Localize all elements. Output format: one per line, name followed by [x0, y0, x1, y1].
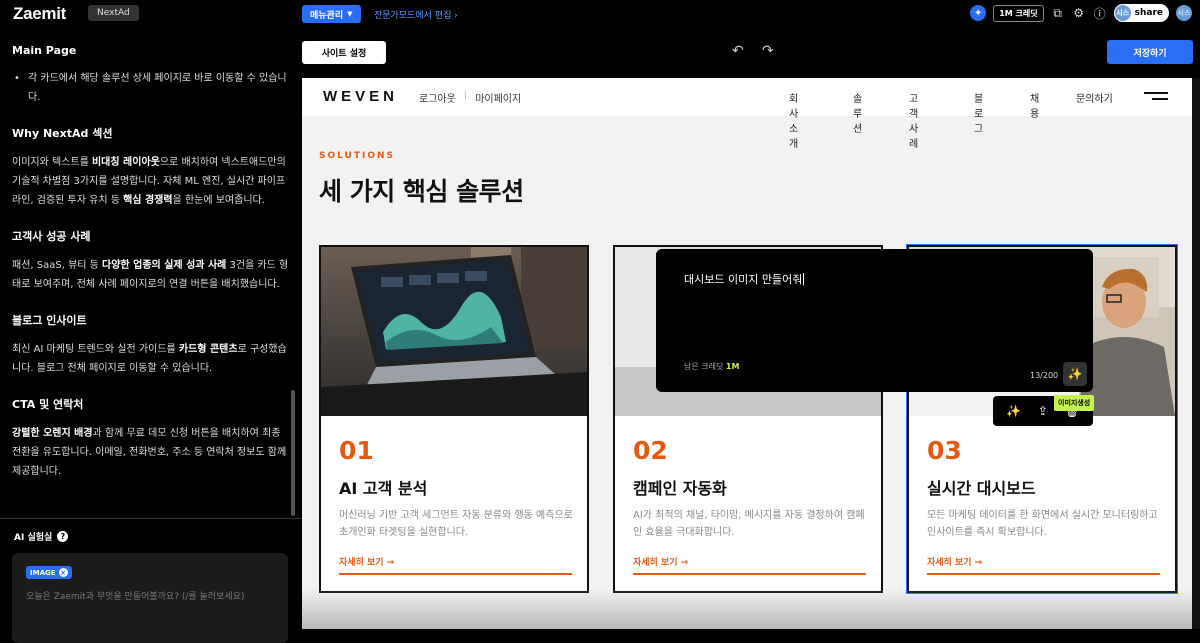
chevron-down-icon: ▼: [347, 10, 353, 18]
section-paragraph: 이미지와 텍스트를 비대칭 레이아웃으로 배치하여 넥스트애드만의 기술적 차별…: [12, 157, 286, 206]
magic-wand-icon[interactable]: ✨: [1006, 404, 1021, 418]
section-paragraph: 패션, SaaS, 뷰티 등 다양한 업종의 실제 성과 사례 3건을 카드 형…: [12, 260, 289, 290]
image-chip-label: IMAGE: [30, 568, 56, 577]
remaining-label: 남은 크레딧: [684, 362, 724, 371]
expert-mode-link[interactable]: 전문가모드에서 편집 ›: [374, 8, 458, 21]
share-button[interactable]: 시스 share: [1113, 4, 1169, 22]
card-more-link[interactable]: 자세히 보기 →: [927, 555, 1160, 575]
help-icon[interactable]: ⓘ: [1093, 5, 1107, 22]
section-heading: 고객사 성공 사례: [12, 230, 91, 243]
chat-input-box[interactable]: IMAGE × 오늘은 Zaemit과 무엇을 만들어볼까요? (/를 눌러보세…: [12, 553, 288, 643]
card-title: 캠페인 자동화: [633, 479, 727, 498]
save-button[interactable]: 저장하기: [1107, 40, 1193, 64]
editor-toolbar: 사이트 설정 ↶ ↷ 저장하기: [302, 28, 1200, 78]
sidebar-description: Main Page 각 카드에서 해당 솔루션 상세 페이지로 바로 이동할 수…: [0, 28, 302, 518]
help-icon[interactable]: ?: [57, 531, 69, 542]
card-number: 02: [633, 436, 668, 465]
nav-item-cases[interactable]: 고객사례: [909, 90, 918, 150]
menu-manage-button[interactable]: 메뉴관리 ▼: [302, 5, 361, 23]
section-heading: CTA 및 연락처: [12, 398, 84, 411]
canvas-scrollbar[interactable]: [1192, 78, 1200, 629]
undo-icon[interactable]: ↶: [732, 43, 744, 59]
gear-icon[interactable]: ⚙: [1072, 6, 1086, 20]
remaining-value: 1M: [725, 362, 740, 371]
nav-item-careers[interactable]: 채용: [1030, 90, 1039, 120]
nav-item-solutions[interactable]: 솔루션: [853, 90, 862, 135]
section-paragraph: 최신 AI 마케팅 트렌드와 실전 가이드를 카드형 콘텐츠로 구성했습니다. …: [12, 344, 287, 374]
credit-badge[interactable]: 1M 크레딧: [993, 4, 1044, 22]
section-heading: Main Page: [12, 44, 77, 57]
list-item: 각 카드에서 해당 솔루션 상세 페이지로 바로 이동할 수 있습니다.: [12, 69, 290, 107]
card-description: 모든 마케팅 데이터를 한 화면에서 실시간 모니터링하고 인사이트를 즉시 확…: [927, 510, 1158, 538]
logout-link[interactable]: 로그아웃: [419, 90, 456, 105]
prompt-input[interactable]: 대시보드 이미지 만들어줘: [684, 271, 804, 287]
avatar: 시스: [1114, 5, 1131, 21]
menu-manage-label: 메뉴관리: [310, 10, 344, 21]
section-heading: 블로그 인사이트: [12, 314, 87, 327]
nav-item-contact[interactable]: 문의하기: [1076, 90, 1126, 105]
section-heading: Why NextAd 섹션: [12, 127, 113, 140]
card-title: AI 고객 분석: [339, 479, 428, 498]
char-counter: 13/200: [1030, 371, 1059, 380]
divider: [0, 518, 302, 519]
top-bar: Zaemit NextAd 메뉴관리 ▼ 전문가모드에서 편집 › ✦ 1M 크…: [0, 0, 1200, 28]
top-right-tools: ✦ 1M 크레딧 ⧉ ⚙ ⓘ 시스 share 시스: [970, 4, 1192, 22]
share-label: share: [1134, 8, 1163, 18]
laptop-dashboard-image[interactable]: [321, 247, 587, 416]
nav-item-blog[interactable]: 블로그: [974, 90, 983, 135]
app-logo[interactable]: Zaemit: [13, 4, 66, 24]
card-more-link[interactable]: 자세히 보기 →: [633, 555, 866, 575]
user-avatar[interactable]: 시스: [1176, 5, 1192, 21]
redo-icon[interactable]: ↷: [762, 43, 774, 59]
sidebar-scrollbar[interactable]: [291, 390, 295, 516]
site-canvas: WEVEN 로그아웃 | 마이페이지 회사소개 솔루션 고객사례 블로그 채용 …: [302, 78, 1192, 629]
card-description: 머신러닝 기반 고객 세그먼트 자동 분류와 행동 예측으로 초개인화 타겟팅을…: [339, 510, 573, 538]
image-chip[interactable]: IMAGE ×: [26, 566, 72, 579]
section-eyebrow: SOLUTIONS: [319, 151, 396, 161]
magic-wand-icon[interactable]: ✨: [1063, 362, 1087, 386]
close-icon[interactable]: ×: [58, 568, 68, 577]
account-links: 로그아웃 | 마이페이지: [419, 90, 521, 105]
upload-icon[interactable]: ⇪: [1038, 404, 1048, 418]
site-logo[interactable]: WEVEN: [323, 88, 398, 105]
card-description: AI가 최적의 채널, 타이밍, 메시지를 자동 결정하여 캠페인 효율을 극대…: [633, 510, 865, 538]
project-badge[interactable]: NextAd: [88, 5, 139, 21]
generate-image-tooltip: 이미지생성: [1054, 395, 1095, 411]
section-paragraph: 강렬한 오렌지 배경과 함께 무료 데모 신청 버튼을 배치하여 최종 전환을 …: [12, 428, 287, 477]
card-number: 03: [927, 436, 962, 465]
chat-placeholder[interactable]: 오늘은 Zaemit과 무엇을 만들어볼까요? (/를 눌러보세요): [26, 589, 244, 602]
sidebar: Main Page 각 카드에서 해당 솔루션 상세 페이지로 바로 이동할 수…: [0, 28, 302, 643]
card-more-link[interactable]: 자세히 보기 →: [339, 555, 572, 575]
solution-card-1[interactable]: 01 AI 고객 분석 머신러닝 기반 고객 세그먼트 자동 분류와 행동 예측…: [319, 245, 589, 593]
mypage-link[interactable]: 마이페이지: [475, 90, 521, 105]
card-title: 실시간 대시보드: [927, 479, 1036, 498]
separator: |: [463, 90, 468, 101]
site-settings-button[interactable]: 사이트 설정: [302, 41, 386, 64]
card-number: 01: [339, 436, 374, 465]
site-header: WEVEN 로그아웃 | 마이페이지 회사소개 솔루션 고객사례 블로그 채용 …: [302, 78, 1192, 150]
nav-item-about[interactable]: 회사소개: [789, 90, 798, 150]
ai-lab-title: AI 실험실 ?: [14, 530, 69, 543]
external-link-icon[interactable]: ⧉: [1051, 6, 1065, 21]
hamburger-menu-icon[interactable]: [1144, 92, 1168, 102]
remaining-credits: 남은 크레딧 1M: [684, 361, 739, 372]
ai-sparkle-icon[interactable]: ✦: [970, 5, 987, 21]
image-prompt-popup[interactable]: 대시보드 이미지 만들어줘 남은 크레딧 1M 13/200 ✨: [656, 249, 1093, 392]
section-title: 세 가지 핵심 솔루션: [319, 177, 524, 206]
ai-lab-label: AI 실험실: [14, 533, 53, 543]
bottom-fade: [302, 588, 1192, 629]
